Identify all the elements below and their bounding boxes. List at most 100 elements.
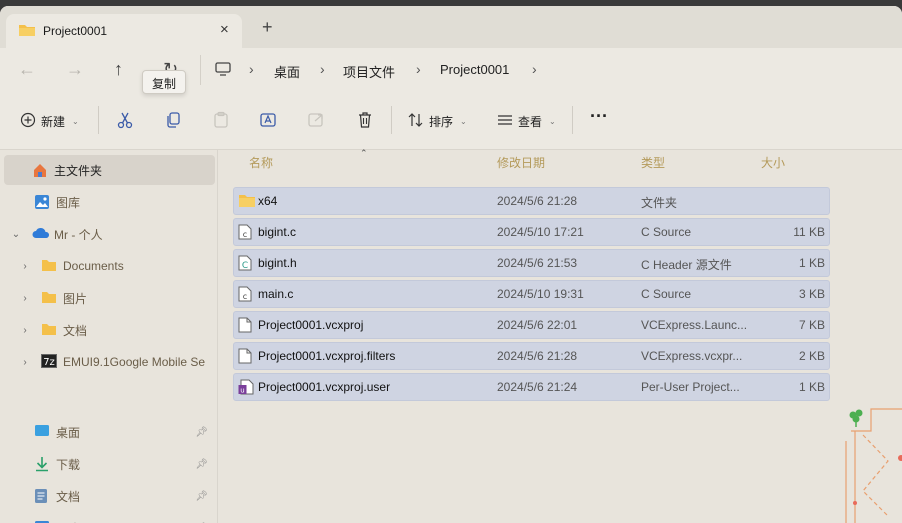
table-row[interactable]: c main.c 2024/5/10 19:31 C Source 3 KB <box>233 280 830 308</box>
table-row[interactable]: C bigint.h 2024/5/6 21:53 C Header 源文件 1… <box>233 249 830 277</box>
pin-icon[interactable]: 📌︎ <box>195 459 208 470</box>
sidebar-item-label: 图库 <box>56 195 81 210</box>
share-button[interactable] <box>308 111 326 129</box>
file-type: VCExpress.Launc... <box>641 318 748 332</box>
breadcrumb-project-files[interactable]: 项目文件 <box>343 62 395 81</box>
sidebar-item-pictures-quick[interactable]: 图片 📌︎ <box>0 513 216 523</box>
column-header-size[interactable]: 大小 <box>761 154 785 171</box>
address-bar[interactable]: › 桌面 › 项目文件 › Project0001 › <box>200 55 902 85</box>
sidebar-item-label: 下载 <box>56 457 81 472</box>
view-label: 查看 <box>518 115 543 129</box>
chevron-right-icon[interactable]: › <box>19 293 31 304</box>
chevron-right-icon: › <box>249 61 254 77</box>
computer-icon <box>215 62 231 79</box>
file-date: 2024/5/6 21:53 <box>497 256 578 270</box>
close-tab-icon[interactable]: × <box>220 21 229 38</box>
tab-title: Project0001 <box>43 24 108 38</box>
view-button[interactable]: 查看 ⌄ <box>497 112 556 131</box>
rename-button[interactable] <box>260 111 278 129</box>
chevron-right-icon[interactable]: › <box>19 261 31 272</box>
column-header-modified[interactable]: 修改日期 <box>497 154 545 171</box>
file-date: 2024/5/6 21:24 <box>497 380 578 394</box>
paste-button[interactable] <box>213 111 229 129</box>
chevron-right-icon[interactable]: › <box>19 325 31 336</box>
file-date: 2024/5/6 21:28 <box>497 349 578 363</box>
file-name: bigint.c <box>258 225 297 239</box>
sidebar-item-gallery[interactable]: 图库 <box>0 187 216 217</box>
more-options-button[interactable]: ··· <box>590 106 608 127</box>
sort-label: 排序 <box>429 115 454 129</box>
chevron-right-icon[interactable]: › <box>19 357 31 368</box>
folder-icon <box>238 193 256 211</box>
divider <box>572 106 573 134</box>
divider <box>98 106 99 134</box>
view-list-icon <box>497 112 513 131</box>
folder-icon <box>18 22 36 41</box>
file-size: 2 KB <box>798 349 825 363</box>
c-header-icon: C <box>238 255 252 274</box>
table-row[interactable]: c bigint.c 2024/5/10 17:21 C Source 11 K… <box>233 218 830 246</box>
svg-text:7z: 7z <box>43 357 55 368</box>
svg-text:c: c <box>243 292 247 301</box>
file-name: Project0001.vcxproj <box>258 318 364 332</box>
c-source-icon: c <box>238 224 252 243</box>
sidebar-item-docs-folder[interactable]: › 文档 <box>0 315 216 345</box>
home-icon <box>32 162 48 178</box>
copy-button[interactable] <box>165 111 181 129</box>
file-date: 2024/5/10 19:31 <box>497 287 584 301</box>
c-source-icon: c <box>238 286 252 305</box>
document-icon <box>34 488 50 504</box>
back-button[interactable]: ← <box>18 60 36 78</box>
sidebar-item-emui[interactable]: › 7z EMUI9.1Google Mobile Se <box>0 347 216 377</box>
sort-button[interactable]: 排序 ⌄ <box>408 112 467 131</box>
divider <box>391 106 392 134</box>
sidebar-item-pictures-folder[interactable]: › 图片 <box>0 283 216 313</box>
copy-icon <box>167 112 180 128</box>
forward-button[interactable]: → <box>66 60 84 78</box>
file-type: Per-User Project... <box>641 380 740 394</box>
table-row[interactable]: Project0001.vcxproj 2024/5/6 22:01 VCExp… <box>233 311 830 339</box>
sidebar-item-desktop[interactable]: 桌面 📌︎ <box>0 417 216 447</box>
sidebar-item-label: Documents <box>63 259 124 273</box>
sidebar-item-label: Mr - 个人 <box>54 227 103 242</box>
sidebar-item-home[interactable]: 主文件夹 <box>4 155 215 185</box>
file-type: C Header 源文件 <box>641 258 732 272</box>
new-label: 新建 <box>41 115 66 129</box>
sidebar-item-label: 桌面 <box>56 425 81 440</box>
new-tab-button[interactable]: + <box>262 18 273 36</box>
table-row[interactable]: Project0001.vcxproj.filters 2024/5/6 21:… <box>233 342 830 370</box>
sidebar-item-onedrive[interactable]: ⌄ Mr - 个人 <box>0 219 216 249</box>
tab-project0001[interactable]: Project0001 × <box>6 14 242 48</box>
delete-button[interactable] <box>357 111 373 129</box>
chevron-right-icon: › <box>532 61 537 77</box>
breadcrumb-project0001[interactable]: Project0001 <box>440 62 509 77</box>
table-row[interactable]: u Project0001.vcxproj.user 2024/5/6 21:2… <box>233 373 830 401</box>
7zip-icon: 7z <box>41 354 57 370</box>
file-date: 2024/5/6 22:01 <box>497 318 578 332</box>
table-row[interactable]: x64 2024/5/6 21:28 文件夹 <box>233 187 830 215</box>
sidebar-item-downloads[interactable]: 下载 📌︎ <box>0 449 216 479</box>
column-header-type[interactable]: 类型 <box>641 154 665 171</box>
vs-user-icon: u <box>238 379 254 398</box>
sidebar-item-documents[interactable]: › Documents <box>0 251 216 281</box>
pin-icon[interactable]: 📌︎ <box>195 491 208 502</box>
folder-icon <box>41 290 57 306</box>
pin-icon[interactable]: 📌︎ <box>195 427 208 438</box>
file-name: Project0001.vcxproj.filters <box>258 349 396 363</box>
chevron-down-icon[interactable]: ⌄ <box>10 229 22 240</box>
file-date: 2024/5/10 17:21 <box>497 225 584 239</box>
svg-text:u: u <box>240 387 244 395</box>
up-button[interactable]: ↑ <box>114 60 123 78</box>
column-header-name[interactable]: 名称 <box>249 154 273 171</box>
share-icon <box>308 113 323 127</box>
explorer-window: Project0001 × + ← → ↑ ↻ › 桌面 › 项目文件 › Pr… <box>0 6 902 523</box>
sort-ascending-icon: ⌃ <box>360 148 368 158</box>
new-button[interactable]: 新建 ⌄ <box>20 112 79 131</box>
cut-button[interactable] <box>117 111 133 129</box>
desktop-icon <box>34 424 50 440</box>
sidebar-item-label: 图片 <box>56 520 80 523</box>
breadcrumb-desktop[interactable]: 桌面 <box>274 62 300 81</box>
sidebar-item-documents-quick[interactable]: 文档 📌︎ <box>0 481 216 511</box>
sort-icon <box>408 112 424 131</box>
chevron-down-icon: ⌄ <box>549 117 556 126</box>
